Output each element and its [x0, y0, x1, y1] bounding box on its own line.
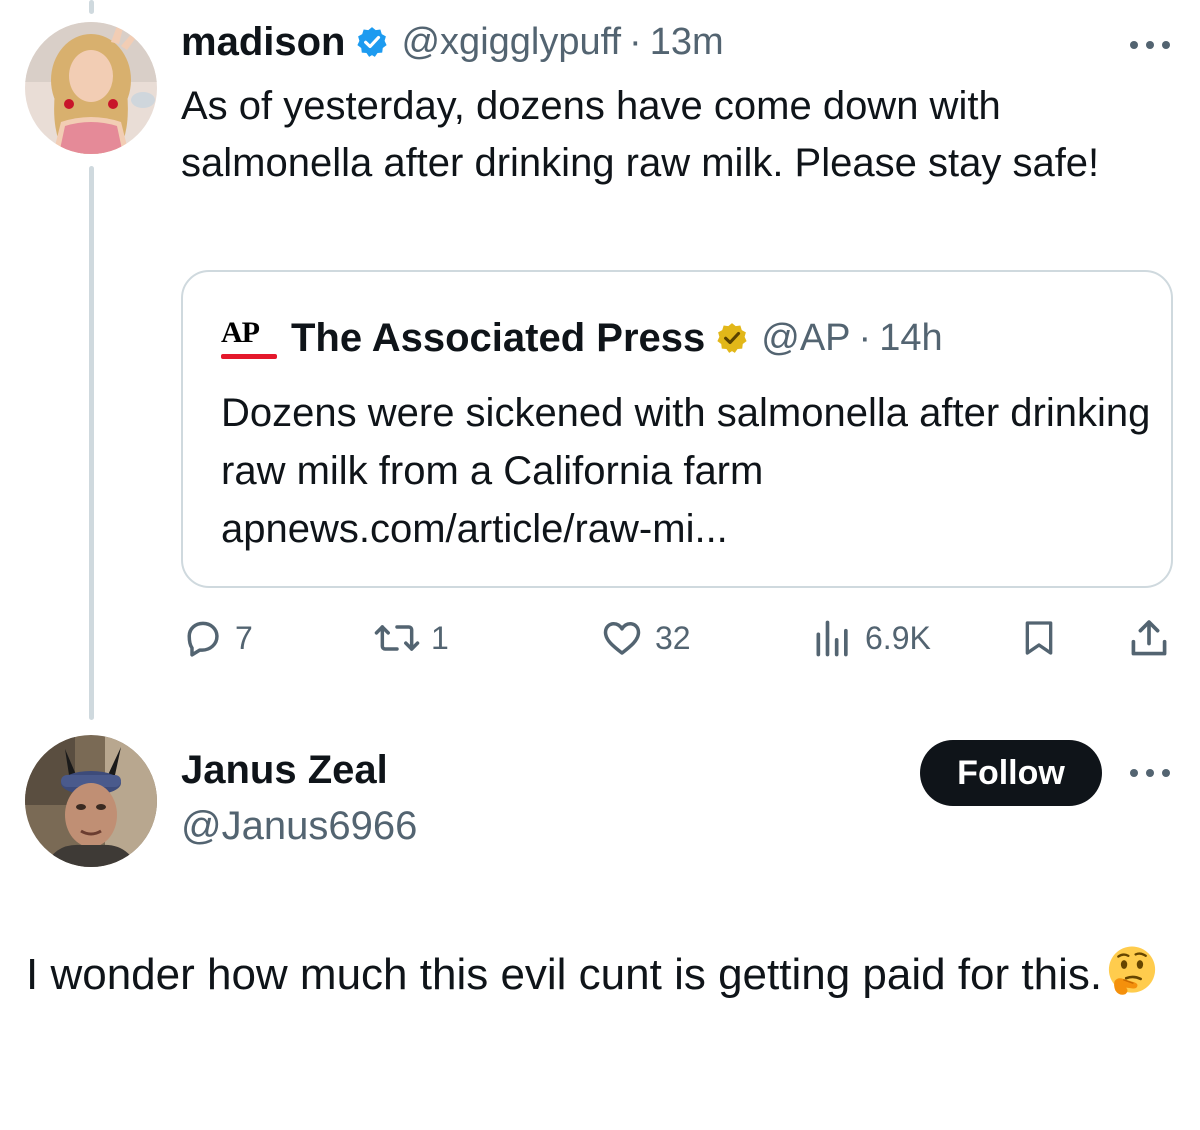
view-count: 6.9K — [865, 619, 931, 656]
retweet-count: 1 — [431, 619, 449, 656]
follow-button[interactable]: Follow — [920, 740, 1102, 806]
tweet-header: madison @xgigglypuff · 13m — [181, 18, 724, 66]
share-button[interactable] — [1127, 612, 1171, 664]
bookmark-button[interactable] — [1019, 612, 1059, 664]
author-name[interactable]: Janus Zeal — [181, 748, 388, 793]
reply-text: I wonder how much this evil cunt is gett… — [26, 950, 1103, 999]
thinking-face-emoji-icon — [1108, 946, 1156, 995]
views-button[interactable]: 6.9K — [811, 612, 931, 664]
heart-icon — [603, 621, 641, 655]
author-handle[interactable]: @xgigglypuff — [401, 21, 621, 64]
more-options-icon[interactable] — [1130, 766, 1170, 780]
quoted-tweet-card[interactable]: AP The Associated Press @AP · 14h Dozens… — [181, 270, 1173, 588]
ap-logo-underline — [221, 354, 277, 359]
avatar[interactable] — [25, 22, 157, 154]
quoted-tweet-text: Dozens were sickened with salmonella aft… — [221, 391, 1151, 551]
avatar[interactable] — [25, 735, 157, 867]
separator-dot: · — [858, 316, 872, 359]
avatar-image — [25, 22, 157, 154]
reply-button[interactable]: 7 — [181, 612, 253, 664]
analytics-icon — [816, 620, 848, 657]
timestamp[interactable]: 13m — [650, 21, 724, 64]
ap-logo-text: AP — [221, 316, 260, 349]
quoted-timestamp: 14h — [879, 316, 943, 359]
avatar-image — [25, 735, 157, 867]
thread-line-top — [89, 0, 94, 14]
gold-verified-badge-icon — [717, 323, 747, 353]
tweet-text: As of yesterday, dozens have come down w… — [181, 84, 1100, 185]
author-handle[interactable]: @Janus6966 — [181, 804, 417, 849]
quoted-author-name: The Associated Press — [291, 315, 706, 360]
reply-icon — [187, 621, 219, 657]
reply-tweet-text: I wonder how much this evil cunt is gett… — [26, 942, 1186, 1008]
retweet-button[interactable]: 1 — [373, 612, 449, 664]
more-options-icon[interactable] — [1130, 38, 1170, 52]
author-name[interactable]: madison — [181, 20, 345, 65]
action-bar: 7 1 32 6.9K — [181, 612, 1173, 664]
bookmark-icon — [1025, 621, 1053, 655]
thread-line — [89, 166, 94, 720]
like-count: 32 — [655, 619, 691, 656]
like-button[interactable]: 32 — [599, 612, 691, 664]
separator-dot: · — [629, 20, 642, 63]
reply-count: 7 — [235, 619, 253, 656]
verified-badge-icon — [357, 27, 388, 57]
share-icon — [1131, 620, 1167, 656]
quoted-tweet-header: AP The Associated Press @AP · 14h — [221, 312, 943, 364]
ap-logo: AP — [221, 316, 277, 360]
quoted-author-handle: @AP — [761, 316, 851, 359]
retweet-icon — [374, 625, 420, 651]
